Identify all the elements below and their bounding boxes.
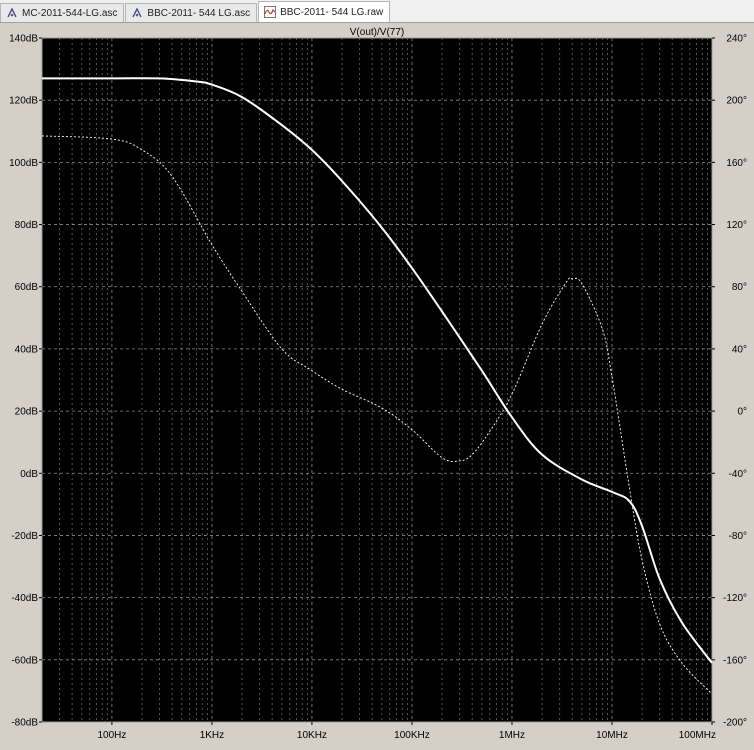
left-axis-tick-label: 20dB bbox=[15, 407, 39, 418]
left-axis-tick-label: 40dB bbox=[15, 344, 39, 355]
right-axis-tick-label: 40° bbox=[732, 344, 747, 355]
tab-label: MC-2011-544-LG.asc bbox=[22, 7, 118, 19]
x-axis-tick-label: 10MHz bbox=[596, 730, 628, 741]
right-axis-tick-label: -120° bbox=[723, 593, 747, 604]
tab-bbc-2011-544-lg-raw[interactable]: BBC-2011- 544 LG.raw bbox=[258, 1, 391, 22]
schematic-icon bbox=[132, 7, 143, 18]
right-axis-tick-label: -160° bbox=[723, 655, 747, 666]
tab-label: BBC-2011- 544 LG.raw bbox=[280, 6, 384, 18]
left-axis-tick-label: 60dB bbox=[15, 282, 39, 293]
x-axis-tick-label: 100KHz bbox=[394, 730, 430, 741]
right-axis-tick-label: 120° bbox=[726, 220, 747, 231]
bode-plot[interactable]: V(out)/V(77) 140dB 120dB 100dB 80dB 60dB 40dB… bbox=[0, 23, 754, 750]
left-axis-tick-label: 80dB bbox=[15, 220, 39, 231]
left-axis-tick-label: -20dB bbox=[11, 531, 38, 542]
x-axis-tick-label: 100MHz bbox=[679, 730, 716, 741]
right-axis-tick-label: -200° bbox=[723, 718, 747, 729]
waveform-icon bbox=[264, 6, 277, 18]
plot-area[interactable] bbox=[41, 37, 713, 723]
right-axis-tick-label: 200° bbox=[726, 96, 747, 107]
right-axis: 240° 200° 160° 120° 80° 40° 0° -40° -80° -120° -16… bbox=[712, 34, 747, 729]
plot-title[interactable]: V(out)/V(77) bbox=[350, 27, 404, 38]
left-axis-tick-label: 0dB bbox=[20, 469, 38, 480]
tab-label: BBC-2011- 544 LG.asc bbox=[147, 7, 251, 19]
right-axis-tick-label: 80° bbox=[732, 282, 747, 293]
right-axis-tick-label: -40° bbox=[729, 469, 747, 480]
schematic-icon bbox=[7, 7, 17, 18]
x-axis-tick-label: 10KHz bbox=[297, 730, 327, 741]
left-axis-tick-label: -60dB bbox=[11, 655, 38, 666]
waveform-plot-pane[interactable]: V(out)/V(77) 140dB 120dB 100dB 80dB 60dB 40dB… bbox=[0, 23, 754, 750]
left-axis-tick-label: 120dB bbox=[9, 96, 38, 107]
left-axis-tick-label: 140dB bbox=[9, 34, 38, 45]
left-axis-tick-label: -40dB bbox=[11, 593, 38, 604]
x-axis-tick-label: 1KHz bbox=[200, 730, 224, 741]
right-axis-tick-label: 160° bbox=[726, 158, 747, 169]
document-tab-bar: MC-2011-544-LG.asc BBC-2011- 544 LG.asc … bbox=[0, 0, 754, 23]
left-axis: 140dB 120dB 100dB 80dB 60dB 40dB 20dB 0dB -20dB -… bbox=[9, 34, 42, 729]
left-axis-tick-label: 100dB bbox=[9, 158, 38, 169]
right-axis-tick-label: 240° bbox=[726, 34, 747, 45]
x-axis-tick-label: 100Hz bbox=[97, 730, 126, 741]
left-axis-tick-label: -80dB bbox=[11, 718, 38, 729]
x-axis: 100Hz 1KHz 10KHz 100KHz 1MHz 10MHz 100MHz bbox=[97, 722, 716, 741]
tab-mc-2011-544-lg-asc[interactable]: MC-2011-544-LG.asc bbox=[0, 3, 125, 22]
right-axis-tick-label: -80° bbox=[729, 531, 747, 542]
tab-bbc-2011-544-lg-asc[interactable]: BBC-2011- 544 LG.asc bbox=[125, 3, 258, 22]
right-axis-tick-label: 0° bbox=[737, 407, 747, 418]
x-axis-tick-label: 1MHz bbox=[499, 730, 525, 741]
